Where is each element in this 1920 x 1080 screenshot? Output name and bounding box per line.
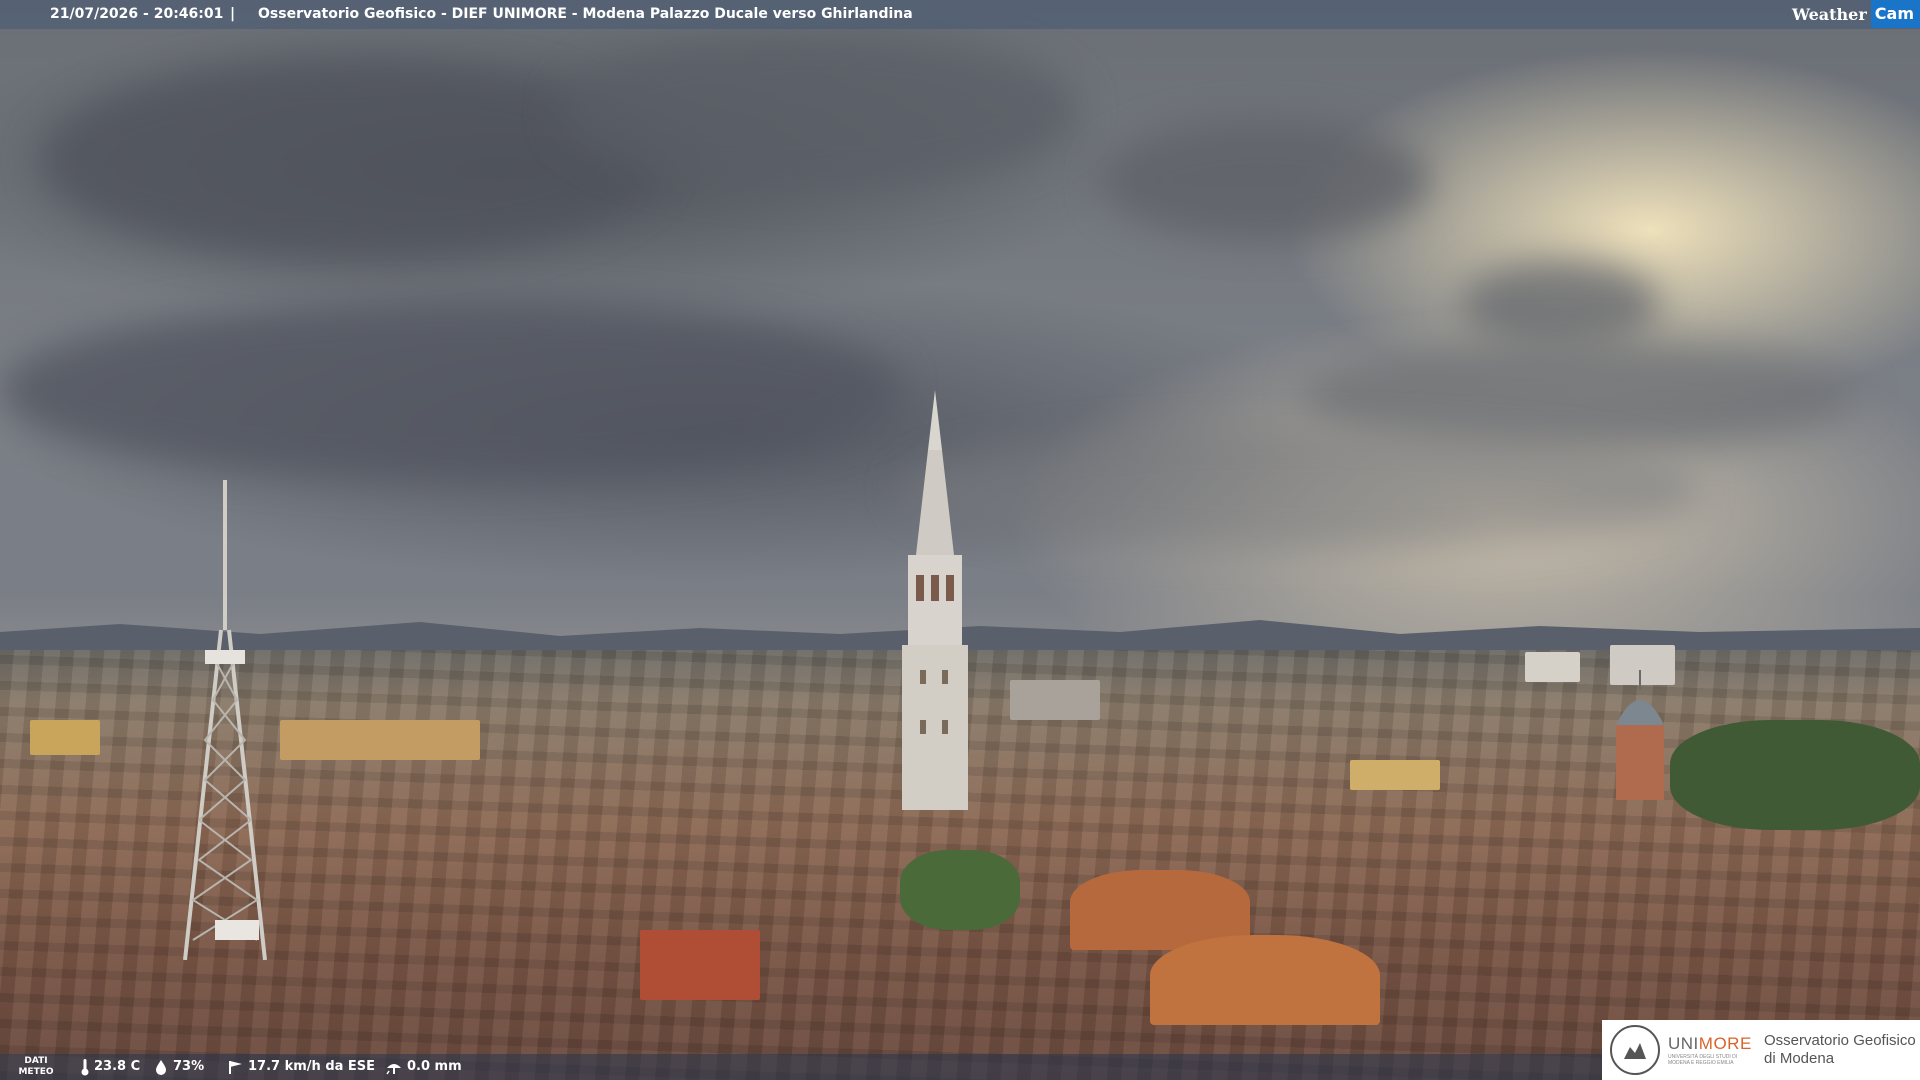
building (280, 720, 480, 760)
temperature-readout: 23.8 C (80, 1054, 140, 1080)
observatory-line1: Osservatorio Geofisico (1764, 1032, 1916, 1049)
timestamp: 21/07/2026 - 20:46:01 (50, 6, 224, 22)
rain-gauge-icon (386, 1064, 401, 1075)
building (1525, 652, 1580, 682)
weather-data-label: DATI METEO (18, 1056, 54, 1077)
university-seal-icon (1610, 1025, 1660, 1075)
uni-suffix: MORE (1698, 1034, 1752, 1053)
brand-weather: Weather (1791, 4, 1867, 24)
wind-value: 17.7 km/h da ESE (248, 1059, 376, 1074)
temperature-value: 23.8 C (94, 1059, 141, 1074)
separator: | (230, 6, 236, 22)
cloud (0, 300, 900, 480)
cloud (1100, 120, 1430, 240)
cloud (900, 430, 1700, 550)
observatory-line2: di Modena (1764, 1050, 1835, 1067)
tree-canopy (900, 850, 1020, 930)
church-dome (1616, 670, 1664, 800)
camera-title: Osservatorio Geofisico - DIEF UNIMORE - … (258, 6, 913, 22)
building (1350, 760, 1440, 790)
humidity-value: 73% (173, 1059, 205, 1074)
droplet-icon (156, 1060, 166, 1075)
tree-canopy (1670, 720, 1920, 830)
rain-readout: 0.0 mm (385, 1054, 462, 1080)
cloud (560, 30, 1080, 190)
uni-subtitle: UNIVERSITÀ DEGLI STUDI DI MODENA E REGGI… (1668, 1054, 1738, 1066)
ghirlandina-tower (902, 390, 968, 810)
unimore-wordmark: UNIMORE UNIVERSITÀ DEGLI STUDI DI MODENA… (1668, 1034, 1756, 1066)
building (1150, 935, 1380, 1025)
webcam-image (0, 0, 1920, 1080)
wind-readout: 17.7 km/h da ESE (226, 1054, 375, 1080)
thermometer-icon (81, 1059, 89, 1076)
wind-icon (229, 1061, 242, 1074)
weathercam-logo: Weather Cam (1788, 0, 1920, 28)
caption-bar: 21/07/2026 - 20:46:01 | Osservatorio Geo… (0, 0, 1920, 29)
building (30, 720, 100, 755)
observatory-name: Osservatorio Geofisico di Modena (1764, 1032, 1916, 1068)
brand-cam: Cam (1870, 0, 1920, 28)
building (1010, 680, 1100, 720)
building (640, 930, 760, 1000)
unimore-logo-panel: UNIMORE UNIVERSITÀ DEGLI STUDI DI MODENA… (1602, 1020, 1920, 1080)
uni-prefix: UNI (1668, 1034, 1699, 1053)
weather-data-bar: DATI METEO 23.8 C 73% 17.7 km/h da ESE 0… (0, 1054, 1610, 1080)
rain-value: 0.0 mm (407, 1059, 462, 1074)
humidity-readout: 73% (153, 1054, 204, 1080)
antenna-tower (183, 480, 267, 960)
cloud (1460, 260, 1660, 350)
